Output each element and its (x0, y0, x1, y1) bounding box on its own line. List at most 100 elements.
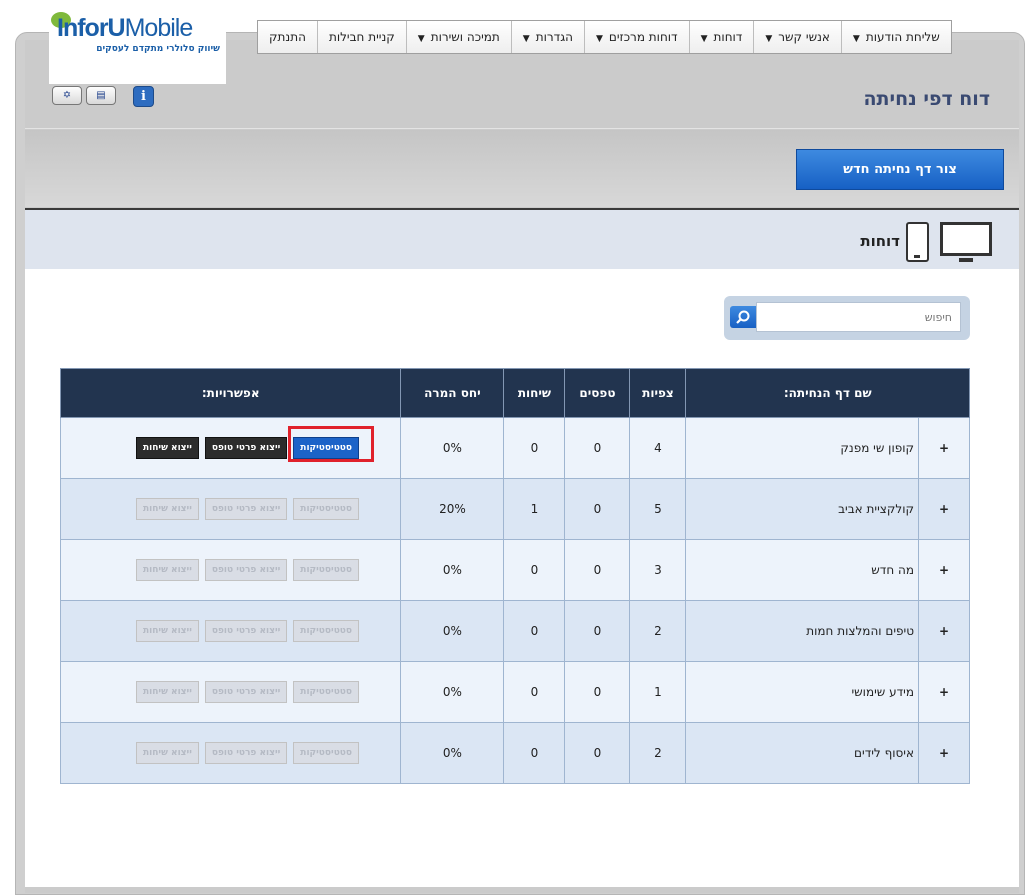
landing-page-name: קולקציית אביב (685, 478, 919, 540)
conversion-value: 0% (400, 417, 505, 479)
expand-plus-icon[interactable]: + (918, 661, 970, 723)
israel-flag-icon[interactable]: ✡ (52, 86, 82, 105)
table-row: + קופון שי מפנק 4 0 0 0% סטטיסטיקות ייצוא פרטי … (59, 417, 970, 479)
create-landing-page-button[interactable]: צור דף נחיתה חדש (796, 149, 1004, 190)
main-nav: התנתק קניית חבילות ▼ תמיכה ושירות ▼ הגדרות ▼ דו… (257, 20, 952, 54)
export-calls-button[interactable]: ייצוא שיחות (136, 498, 199, 520)
header-options: אפשרויות: (59, 368, 402, 418)
export-calls-button[interactable]: ייצוא שיחות (136, 742, 199, 764)
statistics-button[interactable]: סטטיסטיקות (293, 559, 360, 581)
caret-down-icon: ▼ (522, 34, 530, 44)
header-calls[interactable]: שיחות (503, 368, 566, 418)
expand-plus-icon[interactable]: + (918, 722, 970, 784)
statistics-button[interactable]: סטטיסטיקות (293, 437, 360, 459)
statistics-button[interactable]: סטטיסטיקות (293, 742, 360, 764)
nav-item-label: אנשי קשר (778, 30, 830, 44)
nav-item[interactable]: קניית חבילות (316, 21, 406, 53)
table-row: + טיפים והמלצות חמות 2 0 0 0% סטטיסטיקות ייצוא … (59, 600, 970, 662)
caret-down-icon: ▼ (852, 34, 860, 44)
conversion-value: 0% (400, 722, 505, 784)
calls-value: 0 (503, 417, 566, 479)
landing-page-name: איסוף לידים (685, 722, 919, 784)
language-switcher: ✡ ▤ (52, 86, 116, 105)
forms-value: 0 (564, 600, 631, 662)
options-cell: סטטיסטיקות ייצוא פרטי טופס ייצוא שיחות (59, 722, 402, 784)
caret-down-icon: ▼ (595, 34, 603, 44)
expand-plus-icon[interactable]: + (918, 600, 970, 662)
options-cell: סטטיסטיקות ייצוא פרטי טופס ייצוא שיחות (59, 417, 402, 479)
views-value: 2 (629, 722, 687, 784)
views-value: 3 (629, 539, 687, 601)
nav-item[interactable]: ▼ הגדרות (510, 21, 584, 53)
landing-page-name: מה חדש (685, 539, 919, 601)
footer-edge (25, 887, 1019, 893)
export-calls-button[interactable]: ייצוא שיחות (136, 559, 199, 581)
conversion-value: 0% (400, 600, 505, 662)
forms-value: 0 (564, 722, 631, 784)
statistics-button[interactable]: סטטיסטיקות (293, 681, 360, 703)
caret-down-icon: ▼ (417, 34, 425, 44)
nav-item[interactable]: התנתק (258, 21, 317, 53)
desktop-view-icon[interactable] (940, 222, 992, 262)
conversion-value: 20% (400, 478, 505, 540)
forms-value: 0 (564, 478, 631, 540)
divider (25, 128, 1019, 129)
landing-pages-table: שם דף הנחיתה: צפיות טפסים שיחות יחס המרה… (59, 368, 970, 784)
expand-plus-icon[interactable]: + (918, 478, 970, 540)
expand-plus-icon[interactable]: + (918, 539, 970, 601)
calls-value: 0 (503, 722, 566, 784)
nav-item[interactable]: ▼ שליחת הודעות (840, 21, 951, 53)
export-calls-button[interactable]: ייצוא שיחות (136, 620, 199, 642)
header-conversion[interactable]: יחס המרה (400, 368, 505, 418)
export-calls-button[interactable]: ייצוא שיחות (136, 681, 199, 703)
search-icon (736, 310, 750, 324)
export-calls-button[interactable]: ייצוא שיחות (136, 437, 199, 459)
nav-item-label: דוחות (713, 30, 743, 44)
landing-page-name: מידע שימושי (685, 661, 919, 723)
search-button[interactable] (730, 306, 756, 328)
conversion-value: 0% (400, 539, 505, 601)
expand-plus-icon[interactable]: + (918, 417, 970, 479)
nav-item-label: תמיכה ושירות (430, 30, 500, 44)
nav-item-label: הגדרות (535, 30, 573, 44)
statistics-button[interactable]: סטטיסטיקות (293, 498, 360, 520)
views-value: 1 (629, 661, 687, 723)
export-forms-button[interactable]: ייצוא פרטי טופס (204, 559, 288, 581)
options-cell: סטטיסטיקות ייצוא פרטי טופס ייצוא שיחות (59, 478, 402, 540)
export-forms-button[interactable]: ייצוא פרטי טופס (204, 498, 288, 520)
nav-item-label: קניית חבילות (328, 30, 395, 44)
table-row: + מה חדש 3 0 0 0% סטטיסטיקות ייצוא פרטי טופס ייצ… (59, 539, 970, 601)
nav-item[interactable]: ▼ דוחות מרכזים (583, 21, 689, 53)
caret-down-icon: ▼ (700, 34, 708, 44)
calls-value: 0 (503, 600, 566, 662)
export-forms-button[interactable]: ייצוא פרטי טופס (204, 681, 288, 703)
logo-text: InforUMobile (57, 14, 193, 42)
statistics-button[interactable]: סטטיסטיקות (293, 620, 360, 642)
nav-item[interactable]: ▼ דוחות (688, 21, 754, 53)
mobile-view-icon[interactable] (906, 222, 929, 262)
table-row: + איסוף לידים 2 0 0 0% סטטיסטיקות ייצוא פרטי טו… (59, 722, 970, 784)
header-views[interactable]: צפיות (629, 368, 687, 418)
header-forms[interactable]: טפסים (564, 368, 631, 418)
nav-item-label: שליחת הודעות (865, 30, 940, 44)
forms-value: 0 (564, 417, 631, 479)
usa-flag-icon[interactable]: ▤ (86, 86, 116, 105)
info-icon[interactable]: i (133, 86, 154, 107)
export-forms-button[interactable]: ייצוא פרטי טופס (204, 437, 288, 459)
conversion-value: 0% (400, 661, 505, 723)
nav-item[interactable]: ▼ תמיכה ושירות (405, 21, 511, 53)
nav-item[interactable]: ▼ אנשי קשר (753, 21, 841, 53)
options-cell: סטטיסטיקות ייצוא פרטי טופס ייצוא שיחות (59, 600, 402, 662)
landing-page-name: טיפים והמלצות חמות (685, 600, 919, 662)
views-value: 2 (629, 600, 687, 662)
header-name[interactable]: שם דף הנחיתה: (685, 368, 970, 418)
views-value: 5 (629, 478, 687, 540)
search-input[interactable] (756, 302, 961, 332)
calls-value: 0 (503, 661, 566, 723)
nav-item-label: התנתק (269, 30, 306, 44)
logo[interactable]: InforUMobile שיווק סלולרי מתקדם לעסקים (49, 10, 226, 84)
export-forms-button[interactable]: ייצוא פרטי טופס (204, 620, 288, 642)
calls-value: 0 (503, 539, 566, 601)
table-row: + מידע שימושי 1 0 0 0% סטטיסטיקות ייצוא פרטי טו… (59, 661, 970, 723)
export-forms-button[interactable]: ייצוא פרטי טופס (204, 742, 288, 764)
